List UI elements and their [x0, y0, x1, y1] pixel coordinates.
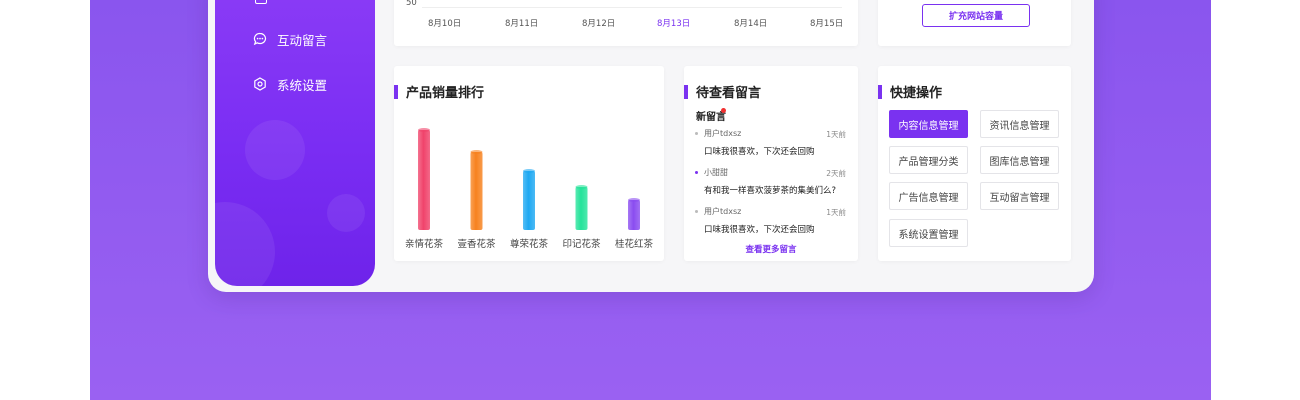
system-settings-manage-button[interactable]: 系统设置管理: [889, 219, 968, 247]
sales-bar: [470, 152, 483, 230]
message-time: 1天前: [826, 130, 846, 139]
sales-bar-label: 亲情花茶: [404, 239, 443, 250]
ad-info-manage-button[interactable]: 广告信息管理: [889, 182, 968, 210]
list-bullet: [695, 132, 698, 135]
message-user: 小甜甜: [704, 168, 728, 177]
sales-bar-cap: [523, 169, 535, 173]
sidebar-item-messages[interactable]: 互动留言: [253, 29, 327, 49]
decor-bubble: [327, 194, 365, 232]
sales-bar: [575, 187, 588, 230]
messages-card: 待查看留言 新留言 用户tdxsz 1天前 口味我很喜欢，下次还会回购 小甜甜 …: [684, 66, 858, 261]
sales-bar-cap: [575, 185, 588, 189]
sidebar-item-settings[interactable]: 系统设置: [253, 74, 327, 94]
sales-bar-cap: [628, 198, 640, 202]
message-text[interactable]: 有和我一样喜欢菠萝茶的集美们么?: [704, 184, 836, 196]
card-title: 快捷操作: [890, 82, 942, 101]
sidebar: 互动留言 系统设置: [215, 0, 375, 286]
sales-bar-cap: [470, 150, 483, 154]
x-tick-label: 8月10日: [428, 19, 462, 29]
unread-dot: [721, 108, 726, 113]
message-text[interactable]: 口味我很喜欢，下次还会回购: [704, 145, 815, 157]
card-title: 待查看留言: [696, 82, 761, 101]
x-tick-label: 8月12日: [582, 19, 616, 29]
message-user: 用户tdxsz: [704, 129, 742, 138]
sales-bar: [523, 171, 535, 230]
more-messages-link[interactable]: 查看更多留言: [684, 243, 858, 255]
sidebar-item-label: 互动留言: [277, 32, 328, 48]
x-tick-label-highlighted: 8月13日: [657, 19, 691, 29]
message-time: 1天前: [826, 208, 846, 217]
chat-icon: [253, 32, 267, 46]
decor-bubble: [245, 120, 305, 180]
list-bullet: [695, 210, 698, 213]
expand-storage-button[interactable]: 扩充网站容量: [922, 4, 1030, 27]
sales-bar-cap: [418, 128, 430, 132]
visits-chart-card: 50 8月10日 8月11日 8月12日 8月13日 8月14日 8月15日: [394, 0, 858, 46]
storage-card: 扩充网站容量: [878, 0, 1071, 46]
messages-manage-button[interactable]: 互动留言管理: [980, 182, 1059, 210]
sales-bar-label: 印记花茶: [562, 239, 601, 250]
gallery-info-manage-button[interactable]: 图库信息管理: [980, 146, 1059, 174]
decor-bubble: [215, 202, 275, 286]
message-user: 用户tdxsz: [704, 207, 742, 216]
list-bullet: [695, 171, 698, 174]
x-tick-label: 8月14日: [734, 19, 768, 29]
sales-ranking-card: 产品销量排行 亲情花茶 壹香花茶 尊荣花茶 印记花茶 桂花红茶: [394, 66, 664, 261]
x-tick-label: 8月15日: [810, 19, 844, 29]
quick-actions-card: 快捷操作 内容信息管理 资讯信息管理 产品管理分类 图库信息管理 广告信息管理 …: [878, 66, 1071, 261]
sales-bar-label: 壹香花茶: [457, 239, 496, 250]
message-time: 2天前: [826, 169, 846, 178]
sales-bar-label: 桂花红茶: [614, 239, 653, 250]
message-text[interactable]: 口味我很喜欢，下次还会回购: [704, 223, 815, 235]
partial-nav-icon: [255, 0, 267, 4]
content-info-manage-button[interactable]: 内容信息管理: [889, 110, 968, 138]
news-info-manage-button[interactable]: 资讯信息管理: [980, 110, 1059, 138]
sales-bar-chart: [418, 128, 640, 230]
settings-icon: [253, 77, 267, 91]
x-axis-line: [422, 7, 842, 8]
sales-bar-label: 尊荣花茶: [509, 239, 548, 250]
y-tick-label: 50: [406, 0, 417, 8]
x-tick-label: 8月11日: [505, 19, 539, 29]
sales-bar: [628, 200, 640, 230]
sales-bar: [418, 130, 430, 230]
sidebar-item-label: 系统设置: [277, 77, 328, 93]
product-category-manage-button[interactable]: 产品管理分类: [889, 146, 968, 174]
